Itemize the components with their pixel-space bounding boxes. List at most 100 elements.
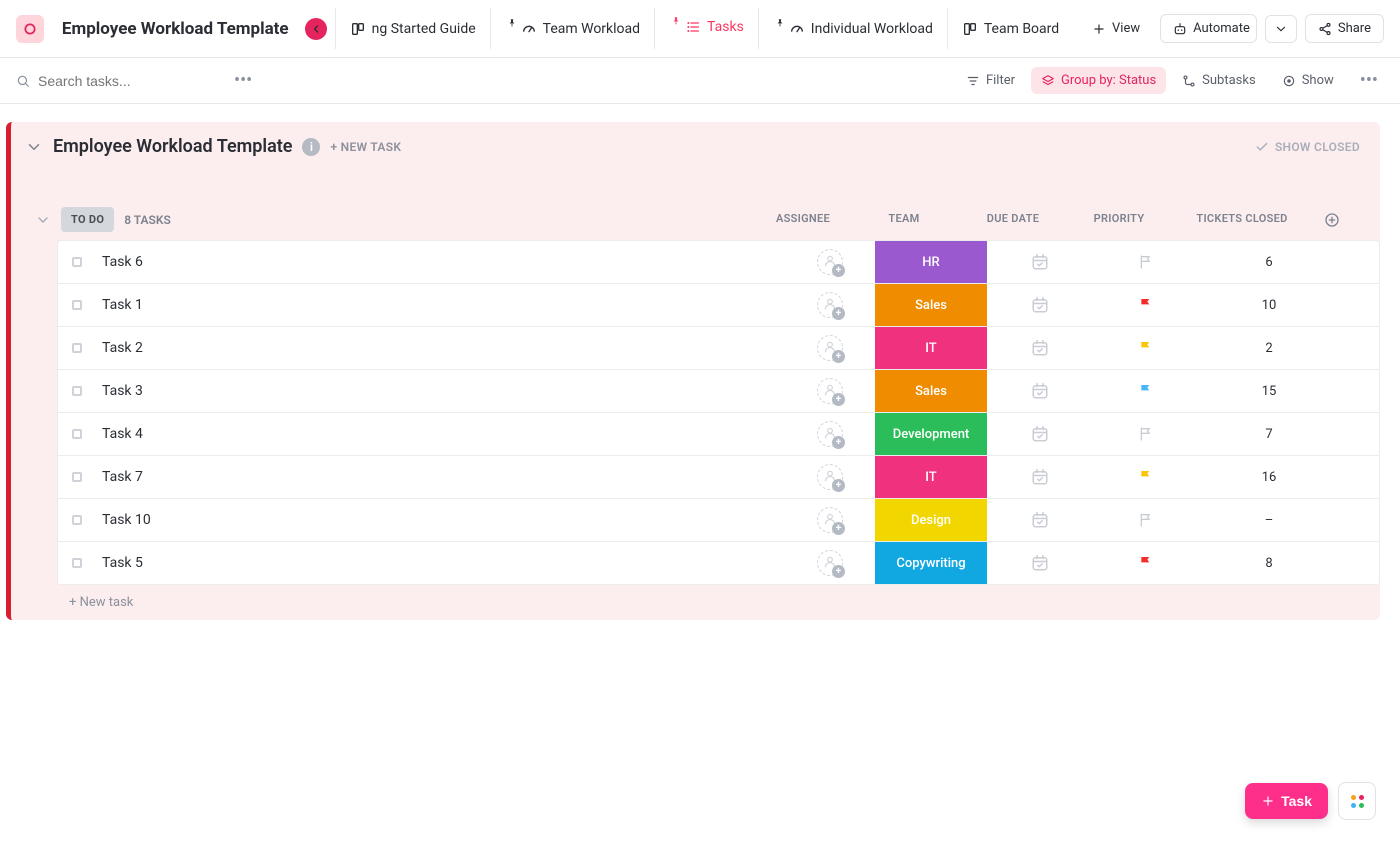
- team-cell[interactable]: IT: [875, 327, 987, 369]
- view-label: View: [1112, 21, 1140, 36]
- assignee-placeholder-icon: +: [817, 550, 843, 576]
- add-column-button[interactable]: [1312, 212, 1352, 228]
- row-checkbox[interactable]: [58, 456, 96, 498]
- team-cell[interactable]: Sales: [875, 284, 987, 326]
- automate-dropdown-button[interactable]: [1265, 15, 1297, 43]
- team-cell[interactable]: Sales: [875, 370, 987, 412]
- show-closed-button[interactable]: SHOW CLOSED: [1255, 140, 1360, 154]
- tab-individual-workload[interactable]: Individual Workload: [759, 8, 948, 49]
- team-cell[interactable]: Development: [875, 413, 987, 455]
- tab-ng-started-guide[interactable]: ng Started Guide: [335, 8, 491, 49]
- table-row[interactable]: Task 5+Copywriting8: [58, 542, 1379, 585]
- team-cell[interactable]: HR: [875, 241, 987, 283]
- chevron-left-icon: [310, 23, 322, 35]
- list-header: Employee Workload Template i + NEW TASK …: [11, 122, 1380, 161]
- assignee-cell[interactable]: +: [785, 499, 875, 541]
- task-name[interactable]: Task 10: [96, 499, 785, 541]
- main-content: Employee Workload Template i + NEW TASK …: [0, 104, 1400, 620]
- due-date-cell[interactable]: [987, 327, 1093, 369]
- filter-button[interactable]: Filter: [956, 67, 1025, 94]
- subtasks-button[interactable]: Subtasks: [1172, 67, 1266, 94]
- priority-cell[interactable]: [1093, 499, 1199, 541]
- tab-label: Tasks: [707, 19, 744, 35]
- row-checkbox[interactable]: [58, 499, 96, 541]
- status-pill[interactable]: TO DO: [61, 207, 114, 232]
- due-date-cell[interactable]: [987, 499, 1093, 541]
- show-button[interactable]: Show: [1272, 67, 1344, 94]
- due-date-cell[interactable]: [987, 284, 1093, 326]
- row-checkbox[interactable]: [58, 370, 96, 412]
- task-name[interactable]: Task 5: [96, 542, 785, 584]
- due-date-cell[interactable]: [987, 456, 1093, 498]
- assignee-cell[interactable]: +: [785, 542, 875, 584]
- list-icon: [685, 19, 701, 35]
- due-date-cell[interactable]: [987, 413, 1093, 455]
- task-name[interactable]: Task 2: [96, 327, 785, 369]
- task-name[interactable]: Task 4: [96, 413, 785, 455]
- collapse-group-icon[interactable]: [35, 212, 51, 228]
- filter-more-button[interactable]: •••: [1354, 70, 1384, 91]
- fab-apps-button[interactable]: [1338, 782, 1376, 820]
- assignee-cell[interactable]: +: [785, 241, 875, 283]
- eye-icon: [1282, 74, 1296, 88]
- list-card: Employee Workload Template i + NEW TASK …: [6, 122, 1380, 620]
- row-checkbox[interactable]: [58, 284, 96, 326]
- search-input[interactable]: [38, 73, 218, 89]
- collapse-list-icon[interactable]: [25, 138, 43, 156]
- automate-button[interactable]: Automate: [1160, 14, 1257, 43]
- priority-cell[interactable]: [1093, 413, 1199, 455]
- priority-cell[interactable]: [1093, 327, 1199, 369]
- tickets-closed-cell: 7: [1199, 413, 1339, 455]
- team-cell[interactable]: IT: [875, 456, 987, 498]
- assignee-cell[interactable]: +: [785, 370, 875, 412]
- tabs-scroll-left-button[interactable]: [305, 18, 327, 40]
- calendar-icon: [1031, 511, 1049, 529]
- new-task-header-button[interactable]: + NEW TASK: [330, 140, 401, 154]
- priority-cell[interactable]: [1093, 370, 1199, 412]
- task-name[interactable]: Task 6: [96, 241, 785, 283]
- group-by-button[interactable]: Group by: Status: [1031, 67, 1166, 94]
- table-row[interactable]: Task 6+HR6: [58, 241, 1379, 284]
- row-checkbox[interactable]: [58, 413, 96, 455]
- row-checkbox[interactable]: [58, 542, 96, 584]
- fab-new-task-button[interactable]: Task: [1245, 783, 1328, 819]
- share-button[interactable]: Share: [1305, 14, 1384, 43]
- col-priority: PRIORITY: [1066, 212, 1172, 228]
- more-options-button[interactable]: •••: [228, 70, 258, 91]
- tab-team-workload[interactable]: Team Workload: [491, 8, 655, 49]
- task-name[interactable]: Task 3: [96, 370, 785, 412]
- task-name[interactable]: Task 7: [96, 456, 785, 498]
- assignee-cell[interactable]: +: [785, 327, 875, 369]
- tickets-closed-cell: 10: [1199, 284, 1339, 326]
- task-name[interactable]: Task 1: [96, 284, 785, 326]
- info-icon[interactable]: i: [302, 138, 320, 156]
- team-cell[interactable]: Copywriting: [875, 542, 987, 584]
- due-date-cell[interactable]: [987, 370, 1093, 412]
- priority-cell[interactable]: [1093, 284, 1199, 326]
- new-task-row-button[interactable]: + New task: [11, 585, 1380, 610]
- tab-tasks[interactable]: Tasks: [655, 8, 759, 49]
- assignee-cell[interactable]: +: [785, 284, 875, 326]
- top-bar: Employee Workload Template ng Started Gu…: [0, 0, 1400, 58]
- assignee-cell[interactable]: +: [785, 413, 875, 455]
- tab-team-board[interactable]: Team Board: [948, 8, 1072, 49]
- assignee-cell[interactable]: +: [785, 456, 875, 498]
- row-spacer: [1339, 241, 1379, 283]
- row-checkbox[interactable]: [58, 241, 96, 283]
- calendar-icon: [1031, 468, 1049, 486]
- priority-cell[interactable]: [1093, 241, 1199, 283]
- priority-cell[interactable]: [1093, 456, 1199, 498]
- table-row[interactable]: Task 10+Design–: [58, 499, 1379, 542]
- row-checkbox[interactable]: [58, 327, 96, 369]
- due-date-cell[interactable]: [987, 241, 1093, 283]
- table-row[interactable]: Task 4+Development 7: [58, 413, 1379, 456]
- due-date-cell[interactable]: [987, 542, 1093, 584]
- add-view-button[interactable]: View: [1080, 15, 1152, 42]
- table-row[interactable]: Task 1+Sales 10: [58, 284, 1379, 327]
- table-row[interactable]: Task 7+IT16: [58, 456, 1379, 499]
- table-row[interactable]: Task 2+IT2: [58, 327, 1379, 370]
- table-row[interactable]: Task 3+Sales15: [58, 370, 1379, 413]
- flag-icon: [1138, 555, 1154, 571]
- team-cell[interactable]: Design: [875, 499, 987, 541]
- priority-cell[interactable]: [1093, 542, 1199, 584]
